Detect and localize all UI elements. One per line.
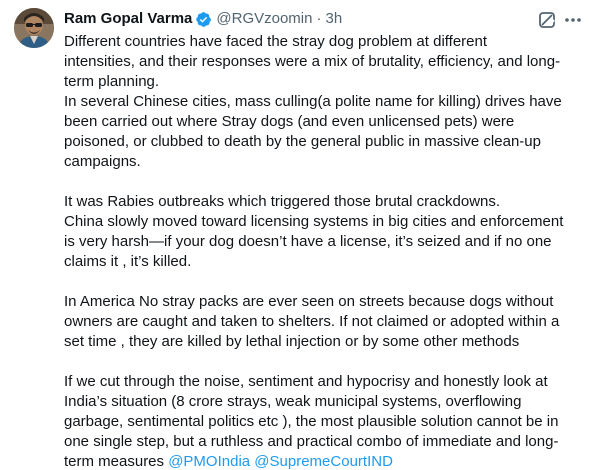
text-line: one single step, but a ruthless and prac… (64, 433, 559, 450)
text-line: been carried out where Stray dogs (and e… (64, 113, 515, 130)
text-line: term planning. (64, 73, 160, 90)
text-line: China slowly moved toward licensing syst… (64, 213, 564, 230)
avatar[interactable] (14, 8, 54, 48)
mention-pmoindia[interactable]: @PMOIndia (168, 453, 250, 470)
paragraph-4: If we cut through the noise, sentiment a… (64, 372, 584, 470)
grok-icon[interactable] (537, 10, 557, 30)
display-name[interactable]: Ram Gopal Varma (64, 9, 192, 29)
handle[interactable]: @RGVzoomin (216, 9, 312, 29)
tweet-text: Different countries have faced the stray… (64, 32, 584, 470)
text-line: In several Chinese cities, mass culling(… (64, 93, 562, 110)
text-line: It was Rabies outbreaks which triggered … (64, 193, 501, 210)
text-line: owners are caught and taken to shelters.… (64, 313, 560, 330)
paragraph-2: It was Rabies outbreaks which triggered … (64, 192, 584, 272)
text-line: is very harsh—if your dog doesn’t have a… (64, 233, 552, 250)
text-line: campaigns. (64, 153, 141, 170)
paragraph-3: In America No stray packs are ever seen … (64, 292, 584, 352)
text-line: poisoned, or clubbed to death by the gen… (64, 133, 541, 150)
text-line-last: term measures @PMOIndia @SupremeCourtIND (64, 452, 584, 470)
separator: · (316, 10, 322, 27)
paragraph-1: Different countries have faced the stray… (64, 32, 584, 172)
tweet-header: Ram Gopal Varma @RGVzoomin · 3h (64, 9, 342, 29)
text-line: intensities, and their responses were a … (64, 53, 561, 70)
text-line: If we cut through the noise, sentiment a… (64, 373, 548, 390)
text-line: Different countries have faced the stray… (64, 33, 488, 50)
more-options-icon[interactable] (563, 12, 583, 28)
timestamp[interactable]: 3h (325, 9, 342, 29)
mention-supremecourtind[interactable]: @SupremeCourtIND (254, 453, 393, 470)
text-line: garbage, sentimental politics etc ), the… (64, 413, 559, 430)
text-line: In America No stray packs are ever seen … (64, 293, 554, 310)
text-fragment: term measures (64, 453, 169, 470)
tweet[interactable]: Ram Gopal Varma @RGVzoomin · 3h Differen… (0, 0, 589, 470)
text-line: India’s situation (8 crore strays, weak … (64, 393, 522, 410)
text-line: claims it , it’s killed. (64, 253, 192, 270)
text-line: set time , they are killed by lethal inj… (64, 333, 520, 350)
avatar-image (14, 8, 54, 48)
verified-badge-icon[interactable] (195, 11, 212, 28)
